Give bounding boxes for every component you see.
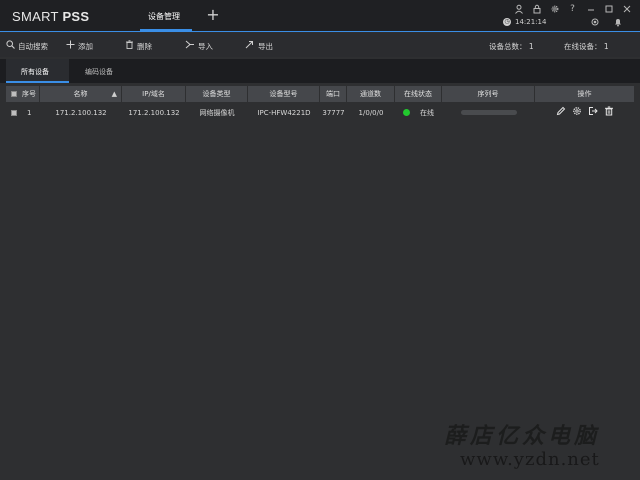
export-button[interactable]: 导出: [245, 40, 273, 52]
table-row[interactable]: 1 171.2.100.132 171.2.100.132 网络摄像机 IPC-…: [6, 104, 634, 121]
device-total: 设备总数： 1: [489, 42, 534, 51]
watermark-url: www.yzdn.net: [460, 449, 600, 470]
settings-gear-icon[interactable]: [549, 4, 560, 15]
watermark-title: 薛店亿众电脑: [444, 423, 601, 449]
add-device-button[interactable]: 添加: [66, 40, 93, 52]
trash-icon: [125, 40, 134, 52]
tab-all-devices[interactable]: 所有设备: [6, 59, 69, 83]
import-icon: [185, 40, 195, 52]
column-port[interactable]: 端口: [320, 86, 347, 102]
column-device-model[interactable]: 设备型号: [248, 86, 320, 102]
device-subtabs: 所有设备 编码设备: [0, 59, 640, 83]
cell-port: 37777: [322, 108, 345, 117]
redacted-serial: [460, 110, 517, 115]
cell-serial-number: [442, 104, 535, 121]
lock-icon[interactable]: [531, 4, 542, 15]
column-serial-number[interactable]: 序列号: [442, 86, 535, 102]
row-checkbox[interactable]: [11, 109, 17, 116]
clock-time: 14:21:14: [515, 18, 547, 26]
sort-up-icon: ▲: [111, 90, 117, 98]
cell-index: 1: [6, 104, 40, 121]
add-tab-button[interactable]: +: [205, 7, 221, 23]
window-controls: ?: [513, 4, 632, 15]
title-bar: SMART PSS 设备管理 + ? ◷ 14:21:14: [0, 0, 640, 32]
column-device-type[interactable]: 设备类型: [186, 86, 248, 102]
clock: ◷ 14:21:14: [503, 18, 546, 26]
edit-pencil-icon[interactable]: [556, 106, 566, 119]
cell-operations: [535, 104, 634, 121]
column-name[interactable]: 名称 ▲: [40, 86, 122, 102]
table-header: 序号 名称 ▲ IP/域名 设备类型 设备型号 端口 通道数 在线状态 序列号 …: [6, 86, 634, 102]
delete-trash-icon[interactable]: [604, 106, 614, 119]
cell-ip: 171.2.100.132: [128, 108, 180, 117]
clock-icon: ◷: [503, 18, 511, 26]
column-operations: 操作: [577, 90, 592, 98]
cell-device-type: 网络摄像机: [199, 108, 235, 117]
export-icon: [245, 40, 255, 52]
column-index[interactable]: 序号: [6, 86, 40, 102]
select-all-checkbox[interactable]: [11, 91, 17, 97]
search-icon: [6, 40, 15, 52]
help-icon[interactable]: ?: [567, 4, 578, 15]
import-button[interactable]: 导入: [185, 40, 213, 52]
column-online-status[interactable]: 在线状态: [395, 86, 442, 102]
device-config-gear-icon[interactable]: [572, 106, 582, 119]
plus-icon: [66, 40, 75, 52]
online-status-dot: [403, 109, 410, 116]
minimize-icon[interactable]: [585, 4, 596, 15]
column-channels[interactable]: 通道数: [347, 86, 395, 102]
close-icon[interactable]: [621, 4, 632, 15]
status-icons: [590, 17, 623, 30]
toolbar: 自动搜索 添加 删除 导入 导出 设备总数： 1 在线设备： 1: [0, 33, 640, 57]
column-ip[interactable]: IP/域名: [122, 86, 186, 102]
cell-online-status: 在线: [395, 104, 442, 121]
app-logo: SMART PSS: [12, 9, 90, 24]
device-table: 序号 名称 ▲ IP/域名 设备类型 设备型号 端口 通道数 在线状态 序列号 …: [6, 86, 634, 121]
tab-device-management[interactable]: 设备管理: [140, 0, 192, 31]
alarm-light-icon[interactable]: [590, 17, 600, 30]
online-total: 在线设备： 1: [564, 42, 609, 51]
logout-icon[interactable]: [588, 106, 598, 119]
tab-encoder-devices[interactable]: 编码设备: [78, 59, 128, 83]
delete-device-button[interactable]: 删除: [125, 40, 152, 52]
cell-name: 171.2.100.132: [55, 108, 107, 117]
cell-device-model: IPC-HFW4221D: [257, 108, 311, 117]
maximize-icon[interactable]: [603, 4, 614, 15]
auto-search-button[interactable]: 自动搜索: [6, 40, 48, 52]
user-icon[interactable]: [513, 4, 524, 15]
bell-icon[interactable]: [613, 17, 623, 30]
cell-channels: 1/0/0/0: [358, 108, 384, 117]
